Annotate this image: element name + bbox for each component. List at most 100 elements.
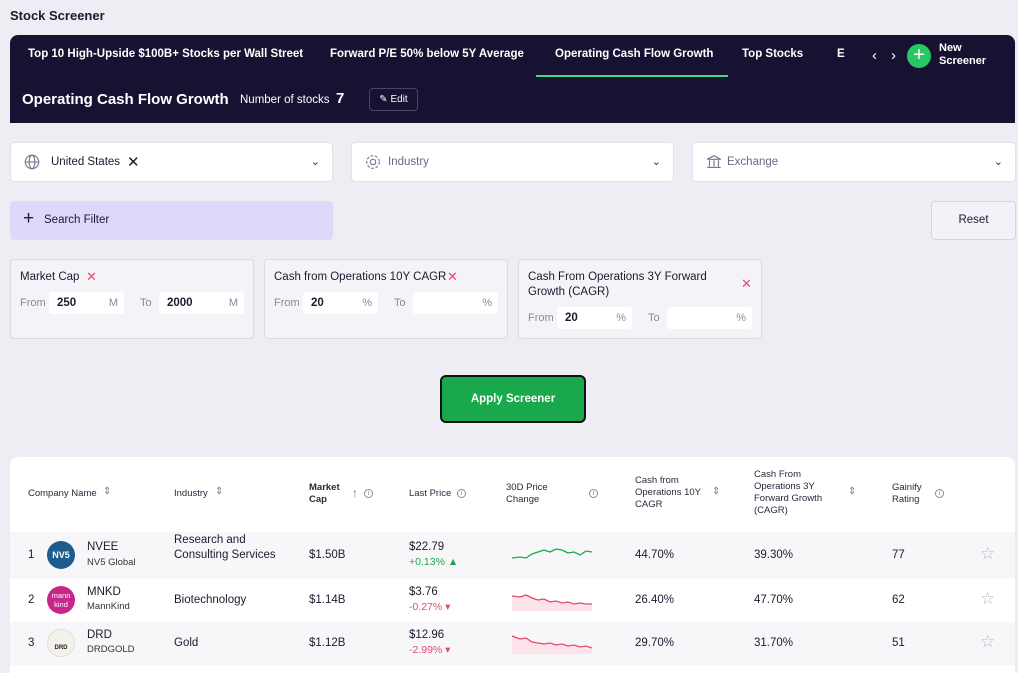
header-gainify-rating[interactable]: Gainify Rating (892, 482, 932, 506)
edit-label: Edit (390, 94, 408, 105)
from-value: 250 (57, 297, 77, 309)
cfo-10y-value: 26.40% (635, 594, 675, 606)
plus-icon: + (23, 208, 35, 229)
info-icon[interactable]: i (935, 489, 944, 498)
industry: Biotechnology (174, 594, 247, 606)
unit: M (108, 297, 118, 309)
chevron-left-icon[interactable]: ‹ (872, 47, 877, 64)
tab-bar: Top 10 High-Upside $100B+ Stocks per Wal… (10, 35, 845, 77)
sort-icon[interactable]: ⇕ (848, 486, 856, 497)
chevron-down-icon: ⌄ (310, 156, 320, 168)
header-30d-price-change[interactable]: 30D Price Change (506, 482, 566, 506)
tab-forward-pe[interactable]: Forward P/E 50% below 5Y Average (330, 48, 524, 60)
rank: 2 (28, 594, 35, 606)
screener-title: Operating Cash Flow Growth (22, 91, 229, 108)
industry-placeholder: Industry (388, 156, 429, 168)
remove-filter-icon[interactable]: ✕ (86, 269, 97, 285)
from-label: From (528, 312, 554, 324)
market-cap-from-input[interactable]: 250 M (49, 292, 124, 314)
info-icon[interactable]: i (364, 489, 373, 498)
remove-filter-icon[interactable]: ✕ (741, 276, 752, 292)
active-tab-indicator (536, 75, 728, 77)
tab-top-stocks[interactable]: Top Stocks (742, 48, 803, 60)
results-table: Company Name ⇕ Industry ⇕ Market Cap ↑ i… (10, 457, 1015, 673)
cfo-10y-value: 44.70% (635, 549, 675, 561)
ticker[interactable]: MNKD (87, 586, 121, 598)
tab-operating-cash-flow[interactable]: Operating Cash Flow Growth (555, 48, 713, 60)
sparkline-chart (512, 594, 592, 611)
right-edge (1018, 0, 1024, 673)
ticker[interactable]: DRD (87, 629, 112, 641)
country-dropdown[interactable]: United States ✕ ⌄ (10, 142, 333, 182)
price-change: -0.27% ▾ (409, 601, 451, 613)
unit: % (736, 312, 746, 324)
filter-title: Market Cap (20, 271, 80, 283)
reset-button[interactable]: Reset (931, 201, 1016, 240)
exchange-placeholder: Exchange (727, 156, 779, 168)
cfo-3y-value: 31.70% (754, 637, 794, 649)
star-icon[interactable]: ☆ (980, 589, 995, 609)
unit: % (362, 297, 372, 309)
star-icon[interactable]: ☆ (980, 632, 995, 652)
remove-filter-icon[interactable]: ✕ (447, 269, 458, 285)
from-label: From (274, 297, 300, 309)
header-last-price[interactable]: Last Price (409, 488, 451, 500)
exchange-dropdown[interactable]: Exchange ⌄ (692, 142, 1016, 182)
screener-header: Top 10 High-Upside $100B+ Stocks per Wal… (10, 35, 1015, 123)
chevron-right-icon[interactable]: › (891, 47, 896, 64)
star-icon[interactable]: ☆ (980, 544, 995, 564)
number-of-stocks-value: 7 (336, 90, 345, 107)
info-icon[interactable]: i (457, 489, 466, 498)
sort-icon[interactable]: ⇕ (215, 486, 223, 497)
plus-icon[interactable]: + (907, 44, 931, 68)
tab-top-10[interactable]: Top 10 High-Upside $100B+ Stocks per Wal… (28, 48, 303, 60)
company-name: DRDGOLD (87, 644, 135, 655)
sort-icon[interactable]: ⇕ (712, 486, 720, 497)
last-price: $12.96 (409, 629, 445, 641)
unit: % (616, 312, 626, 324)
table-row[interactable]: 1 NV5 NVEE NV5 Global Research and Consu… (10, 532, 1015, 579)
filter-cfo-10y: Cash from Operations 10Y CAGR ✕ From 20%… (264, 259, 508, 339)
globe-icon (24, 154, 40, 170)
number-of-stocks-label: Number of stocks (240, 94, 330, 106)
header-cfo-3y-forward[interactable]: Cash From Operations 3Y Forward Growth (… (754, 469, 834, 517)
header-company-name[interactable]: Company Name (28, 488, 97, 500)
cfo-3y-from-input[interactable]: 20% (557, 307, 632, 329)
tab-exam[interactable]: Exam (837, 48, 845, 60)
screener-info-bar: Operating Cash Flow Growth Number of sto… (10, 78, 1015, 123)
rank: 1 (28, 549, 35, 561)
filter-market-cap: Market Cap ✕ From 250 M To 2000 M (10, 259, 254, 339)
rating: 77 (892, 549, 905, 561)
header-cfo-10y-cagr[interactable]: Cash from Operations 10Y CAGR (635, 475, 710, 511)
filter-title: Cash From Operations 3Y Forward Growth (… (528, 271, 707, 298)
sort-ascending-icon[interactable]: ↑ (352, 486, 358, 500)
sparkline-chart (512, 635, 592, 654)
filter-title: Cash from Operations 10Y CAGR (274, 271, 447, 283)
header-industry[interactable]: Industry (174, 488, 208, 500)
cfo-3y-to-input[interactable]: % (667, 307, 752, 329)
gear-icon (366, 155, 380, 169)
industry-dropdown[interactable]: Industry ⌄ (351, 142, 674, 182)
header-market-cap[interactable]: Market Cap (309, 482, 349, 506)
sort-icon[interactable]: ⇕ (103, 486, 111, 497)
edit-button[interactable]: ✎ Edit (369, 88, 418, 111)
from-value: 20 (565, 312, 578, 324)
market-cap: $1.12B (309, 637, 346, 649)
new-screener-button[interactable]: New Screener (939, 42, 999, 68)
cfo-10y-to-input[interactable]: % (413, 292, 498, 314)
apply-screener-button[interactable]: Apply Screener (440, 375, 586, 423)
cfo-10y-from-input[interactable]: 20% (303, 292, 378, 314)
chevron-down-icon: ⌄ (651, 156, 661, 168)
search-filter-button[interactable]: + Search Filter (10, 201, 333, 240)
table-row[interactable]: 3 DRD DRD DRDGOLD Gold $1.12B $12.96 -2.… (10, 622, 1015, 665)
to-label: To (648, 312, 660, 324)
ticker[interactable]: NVEE (87, 541, 118, 553)
table-row[interactable]: 2 mann kind MNKD MannKind Biotechnology … (10, 579, 1015, 622)
clear-country-icon[interactable]: ✕ (127, 153, 140, 171)
unit: % (482, 297, 492, 309)
cfo-10y-value: 29.70% (635, 637, 675, 649)
market-cap-to-input[interactable]: 2000 M (159, 292, 244, 314)
sparkline-chart (512, 548, 592, 559)
info-icon[interactable]: i (589, 489, 598, 498)
company-logo: NV5 (47, 541, 75, 569)
